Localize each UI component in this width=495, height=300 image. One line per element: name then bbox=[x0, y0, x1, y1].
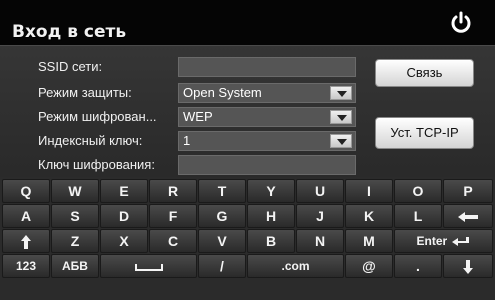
chevron-down-icon[interactable] bbox=[330, 134, 352, 148]
dot-key[interactable]: . bbox=[394, 254, 442, 278]
key-s[interactable]: S bbox=[51, 204, 99, 228]
backspace-arrow-icon bbox=[458, 212, 478, 223]
connect-button[interactable]: Связь bbox=[375, 59, 474, 87]
encryption-mode-value: WEP bbox=[183, 109, 213, 124]
key-m[interactable]: M bbox=[345, 229, 393, 253]
key-w[interactable]: W bbox=[51, 179, 99, 203]
key-a[interactable]: A bbox=[2, 204, 50, 228]
key-j[interactable]: J bbox=[296, 204, 344, 228]
dotcom-key[interactable]: .com bbox=[247, 254, 344, 278]
key-z[interactable]: Z bbox=[51, 229, 99, 253]
key-t[interactable]: T bbox=[198, 179, 246, 203]
key-b[interactable]: B bbox=[247, 229, 295, 253]
at-key[interactable]: @ bbox=[345, 254, 393, 278]
network-form: SSID сети: Режим защиты: Open System Реж… bbox=[0, 47, 495, 177]
slash-key[interactable]: / bbox=[198, 254, 246, 278]
page-title: Вход в сеть bbox=[12, 22, 127, 42]
encryption-key-field[interactable] bbox=[178, 155, 356, 175]
key-index-select[interactable]: 1 bbox=[178, 131, 356, 151]
key-p[interactable]: P bbox=[443, 179, 493, 203]
key-g[interactable]: G bbox=[198, 204, 246, 228]
key-k[interactable]: K bbox=[345, 204, 393, 228]
security-mode-value: Open System bbox=[183, 85, 262, 100]
space-key[interactable] bbox=[100, 254, 197, 278]
key-q[interactable]: Q bbox=[2, 179, 50, 203]
down-arrow-key[interactable] bbox=[443, 254, 493, 278]
security-mode-label: Режим защиты: bbox=[38, 85, 132, 100]
onscreen-keyboard: Q W E R T Y U I O P A S D F G H J K L Z … bbox=[0, 177, 495, 300]
enter-arrow-icon bbox=[451, 236, 469, 246]
key-u[interactable]: U bbox=[296, 179, 344, 203]
key-c[interactable]: C bbox=[149, 229, 197, 253]
title-bar: Вход в сеть bbox=[0, 0, 495, 46]
power-icon[interactable] bbox=[448, 10, 474, 36]
key-y[interactable]: Y bbox=[247, 179, 295, 203]
encryption-mode-label: Режим шифрован... bbox=[38, 109, 157, 124]
encryption-key-label: Ключ шифрования: bbox=[38, 157, 155, 172]
key-i[interactable]: I bbox=[345, 179, 393, 203]
key-l[interactable]: L bbox=[394, 204, 442, 228]
key-e[interactable]: E bbox=[100, 179, 148, 203]
numbers-key[interactable]: 123 bbox=[2, 254, 50, 278]
security-mode-select[interactable]: Open System bbox=[178, 83, 356, 103]
key-n[interactable]: N bbox=[296, 229, 344, 253]
enter-key-label: Enter bbox=[416, 234, 448, 248]
ssid-label: SSID сети: bbox=[38, 59, 103, 74]
key-v[interactable]: V bbox=[198, 229, 246, 253]
ssid-field[interactable] bbox=[178, 57, 356, 77]
key-index-label: Индексный ключ: bbox=[38, 133, 143, 148]
shift-key[interactable] bbox=[2, 229, 50, 253]
shift-arrow-icon bbox=[21, 235, 31, 250]
space-bar-icon bbox=[134, 264, 163, 272]
chevron-down-icon[interactable] bbox=[330, 110, 352, 124]
enter-key[interactable]: Enter bbox=[394, 229, 493, 253]
chevron-down-icon[interactable] bbox=[330, 86, 352, 100]
key-f[interactable]: F bbox=[149, 204, 197, 228]
key-h[interactable]: H bbox=[247, 204, 295, 228]
key-x[interactable]: X bbox=[100, 229, 148, 253]
arrow-down-icon bbox=[463, 260, 473, 275]
key-index-value: 1 bbox=[183, 133, 191, 148]
encryption-mode-select[interactable]: WEP bbox=[178, 107, 356, 127]
key-o[interactable]: O bbox=[394, 179, 442, 203]
tcpip-settings-button[interactable]: Уст. TCP-IP bbox=[375, 117, 474, 149]
key-r[interactable]: R bbox=[149, 179, 197, 203]
network-login-screen: Вход в сеть SSID сети: Режим защиты: Ope… bbox=[0, 0, 495, 300]
cyrillic-layout-key[interactable]: АБВ bbox=[51, 254, 99, 278]
key-d[interactable]: D bbox=[100, 204, 148, 228]
backspace-key[interactable] bbox=[443, 204, 493, 228]
